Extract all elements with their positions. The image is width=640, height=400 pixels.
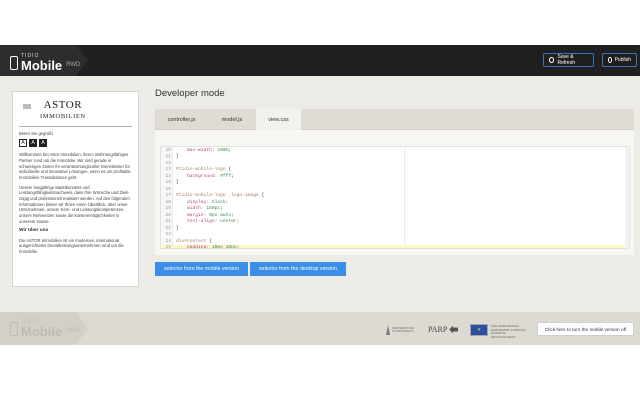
code-token: 0px auto	[209, 212, 232, 218]
preview-paragraph: Willkommen bei Astor Immobilien, Ihrem W…	[19, 152, 131, 180]
code-token: ;	[220, 206, 223, 211]
code-token: {	[206, 238, 212, 244]
footer-logo-big: Mobile	[21, 324, 63, 339]
code-token: #tidio-mobile-logo	[176, 167, 226, 172]
preview-paragraph: Unsere langjährige Marktkenntnis und Lei…	[19, 184, 130, 224]
code-token: block	[211, 199, 226, 205]
font-size-medium-button[interactable]: A	[29, 139, 37, 148]
code-token: center	[220, 219, 237, 224]
code-token: ;	[231, 173, 234, 179]
preview-brand-title: ASTOR IMMOBILIEN	[40, 98, 86, 122]
preview-paragraph: Die ASTOR Immobilien ist ein modernes, i…	[19, 237, 124, 255]
tab-controller-js[interactable]: controller.js	[155, 109, 208, 130]
eu-flag-icon: ✶	[470, 324, 488, 336]
tab-model-js[interactable]: model.js	[208, 109, 256, 130]
turn-mobile-off-button[interactable]: Click here to turn the mobile version of…	[537, 322, 634, 336]
code-token: background:	[176, 173, 221, 179]
save-refresh-label: Save & Refresh	[557, 54, 575, 66]
code-token: 10px 15px	[211, 245, 237, 249]
file-tabs: controller.js model.js view.css	[155, 109, 634, 130]
code-token: margin:	[176, 212, 210, 218]
code-token: max-width:	[176, 147, 218, 153]
logo-text: TIDIO Mobile	[21, 54, 63, 73]
code-token: ;	[231, 212, 234, 218]
eu-sponsor-text: UNIA EUROPEJSKA EUROPEJSKI FUNDUSZ ROZWO…	[491, 324, 526, 339]
brand-line1: ASTOR	[43, 99, 83, 111]
code-token: {	[258, 193, 265, 198]
code-token: ;	[236, 219, 240, 224]
code-token: text-align:	[176, 219, 221, 224]
code-token: display:	[176, 199, 212, 205]
line-number: 25	[165, 245, 171, 249]
code-token: div#content	[176, 238, 207, 244]
publish-label: Publish	[614, 57, 631, 63]
save-refresh-button[interactable]: Save & Refresh	[543, 53, 594, 67]
app-root: TIDIO Mobile RWD Save & Refresh Publish …	[0, 0, 640, 400]
parp-text: PARP	[428, 325, 448, 334]
code-editor[interactable]: 10 max-width: 100%; 11} 12 13 #tidio-mobile-…	[160, 146, 630, 249]
top-bar: TIDIO Mobile RWD Save & Refresh Publish	[0, 45, 640, 76]
innowacyjna-gospodarka-logo: INNOWACYJNA GOSPODARKA	[386, 324, 414, 336]
sponsor1-text: INNOWACYJNA GOSPODARKA	[392, 325, 414, 333]
code-token: padding:	[176, 245, 212, 249]
phone-icon	[10, 322, 18, 336]
code-token: #tidio-mobile-logo .logo-image	[176, 193, 259, 198]
code-text: padding: 10px 15px;	[176, 245, 240, 249]
footer-logo-suffix: RWD	[66, 328, 81, 334]
code-token: ;	[228, 147, 232, 153]
publish-button[interactable]: Publish	[602, 53, 637, 67]
triangle-icon	[386, 325, 391, 335]
code-token: ;	[225, 199, 229, 205]
footer-logo-text: TIDIO Mobile	[21, 320, 63, 339]
divider	[19, 125, 132, 127]
page-title: Developer mode	[155, 88, 225, 99]
code-token: }	[176, 180, 179, 185]
tidio-mobile-logo[interactable]: TIDIO Mobile RWD	[10, 49, 80, 72]
font-size-large-button[interactable]: A	[39, 139, 47, 148]
upload-icon	[608, 57, 612, 63]
preview-greeting: Beten Sie gegrüßt	[19, 130, 53, 136]
tab-view-css[interactable]: view.css	[256, 109, 301, 130]
mobile-selector-button[interactable]: selector from the mobile version	[155, 262, 248, 276]
phone-icon	[10, 56, 18, 70]
code-token: 150px	[206, 206, 221, 211]
code-token: ;	[236, 245, 240, 249]
footer-logo: TIDIO Mobile RWD	[10, 320, 80, 338]
arrow-left-icon	[449, 325, 459, 334]
brand-line2: IMMOBILIEN	[40, 112, 86, 120]
font-size-controls: A A A	[19, 139, 132, 148]
code-token: {	[225, 167, 232, 172]
editor-scrollbar[interactable]	[625, 147, 629, 248]
desktop-selector-button[interactable]: selector from the desktop version	[250, 262, 346, 276]
menu-icon[interactable]	[23, 104, 31, 109]
logo-suffix: RWD	[66, 62, 81, 68]
code-token: width:	[176, 206, 207, 211]
parp-logo: PARP	[428, 325, 459, 334]
code-line[interactable]: 25 padding: 10px 15px;	[161, 245, 629, 249]
mobile-preview[interactable]: ASTOR IMMOBILIEN Beten Sie gegrüßt A A A…	[12, 91, 139, 287]
font-size-small-button[interactable]: A	[19, 139, 27, 148]
preview-brand: ASTOR IMMOBILIEN	[19, 98, 132, 122]
code-token: #fff	[220, 173, 232, 179]
footer: TIDIO Mobile RWD INNOWACYJNA GOSPODARKA …	[0, 312, 640, 345]
logo-big-text: Mobile	[21, 58, 63, 73]
refresh-icon	[549, 57, 555, 63]
code-token: }	[176, 225, 179, 231]
code-token: 100%	[217, 147, 229, 153]
main-area: ASTOR IMMOBILIEN Beten Sie gegrüßt A A A…	[0, 76, 640, 312]
code-token: }	[176, 154, 179, 159]
preview-heading: Wir über uns	[19, 228, 49, 234]
